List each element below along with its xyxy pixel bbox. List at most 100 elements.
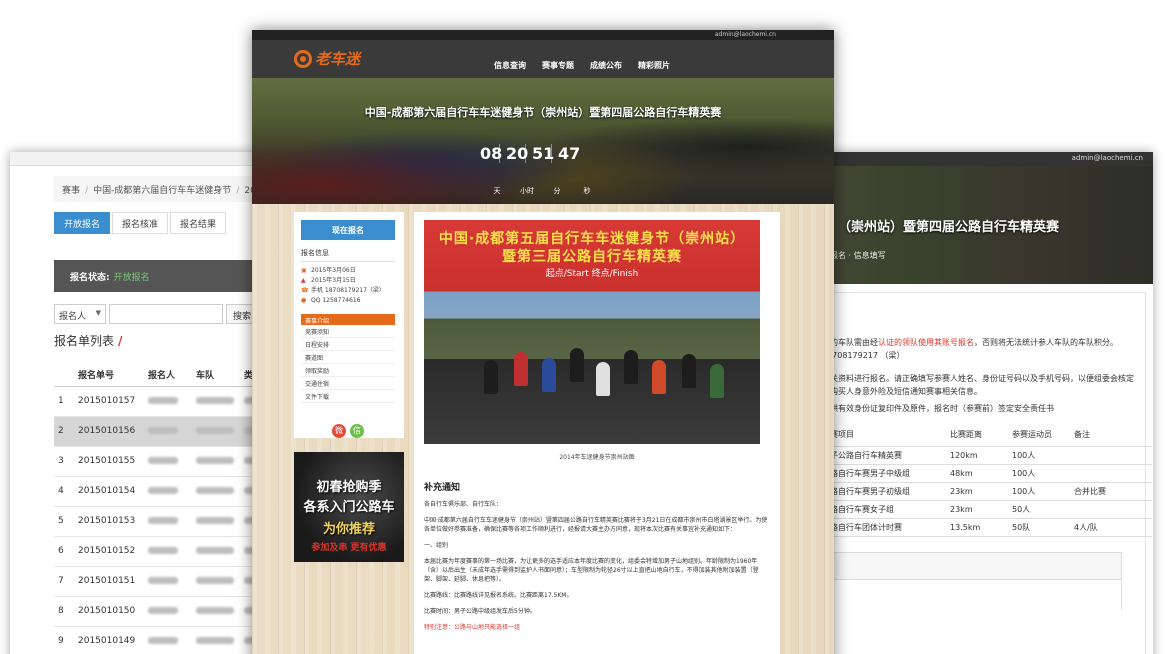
subnav-item-route-map[interactable]: 赛道图 <box>301 351 395 364</box>
subnav-item-awards[interactable]: 领取奖励 <box>301 364 395 377</box>
table-row[interactable]: 3 2015010155 <box>54 446 260 477</box>
notice-line: 一购买人身意外险及短信通知赛事相关信息。 <box>822 387 982 396</box>
countdown-seconds: 47 <box>558 144 581 163</box>
event-site-window: admin@laochemi.cn 老车迷 信息查询 赛事专题 成绩公布 精彩照片 中… <box>252 30 834 654</box>
table-row[interactable]: 7 2015010151 <box>54 566 260 597</box>
nav-item-results[interactable]: 成绩公布 <box>590 61 622 70</box>
table-row[interactable]: 5 2015010153 <box>54 506 260 537</box>
register-now-button[interactable]: 现在报名 <box>301 220 395 240</box>
blurred-name <box>148 427 178 434</box>
registration-table: 报名单号 报名人 车队 类型 12015010157 22015010156 3… <box>54 364 260 654</box>
status-value: 开放报名 <box>113 273 150 283</box>
row-id: 2015010153 <box>74 506 144 537</box>
table-row[interactable]: 8 2015010150 <box>54 596 260 627</box>
promo-ad[interactable]: 初春抢购季 各系入门公路车 为你推荐 参加及串 更有优惠 <box>294 452 404 562</box>
registration-info: ▣ 2015年3月06日 ▲ 2015年3月15日 ☎ 手机 18708179217（… <box>301 266 397 306</box>
weibo-icon[interactable]: 微 <box>332 424 346 438</box>
registration-form-window: admin@laochemi.cn （崇州站）暨第四届公路自行车精英赛 报名 ·… <box>808 152 1153 654</box>
subnav-item-rules[interactable]: 竞赛须知 <box>301 325 395 338</box>
hero-title: （崇州站）暨第四届公路自行车精英赛 <box>838 220 1060 235</box>
cyclist-shape <box>484 360 498 394</box>
cyclist-shape <box>624 350 638 384</box>
table-header-row: 报名单号 报名人 车队 类型 <box>54 364 260 387</box>
blurred-team <box>196 427 234 434</box>
row-index: 9 <box>54 626 74 654</box>
cyclist-shape <box>570 348 584 382</box>
col-event: 比赛项目 <box>822 424 950 447</box>
blurred-name <box>148 487 178 494</box>
subnav-item-schedule[interactable]: 日程安排 <box>301 338 395 351</box>
nav-item-event-topics[interactable]: 赛事专题 <box>542 61 574 70</box>
countdown-hours: 20 <box>506 144 529 163</box>
ad-line: 为你推荐 <box>322 522 375 537</box>
admin-email[interactable]: admin@laochemi.cn <box>1072 154 1143 162</box>
photo-caption: 2014年车迷健身节崇州站图 <box>559 454 635 461</box>
table-row: 公路自行车赛男子初级组 23km 100人 合并比赛 <box>822 482 1152 501</box>
title-slash-mark: / <box>118 334 123 348</box>
notice-line: 18708179217 （梁） <box>822 351 905 360</box>
wechat-icon[interactable]: 信 <box>350 424 364 438</box>
calendar-icon: ▣ <box>301 267 307 274</box>
nav-item-info-query[interactable]: 信息查询 <box>494 61 526 70</box>
important-note: 特别注意：公路与山地只能选择一组 <box>424 624 521 631</box>
table-row: 公路自行车赛男子中级组 48km 100人 <box>822 464 1152 483</box>
blurred-team <box>196 577 234 584</box>
ad-line: 参加及串 更有优惠 <box>311 543 387 553</box>
search-field-select[interactable]: 报名人 ▼ <box>54 304 106 324</box>
photo-banner-line: 中国·成都第五届自行车车迷健身节（崇州站） <box>438 231 746 247</box>
col-distance: 比赛距离 <box>950 424 1012 447</box>
table-row: 公路自行车团体计时赛 13.5km 50队 4人/队 <box>822 518 1152 537</box>
admin-email[interactable]: admin@laochemi.cn <box>715 31 776 38</box>
phone-icon: ☎ <box>301 287 309 294</box>
notice-line: 事的车队需由经认证的领队使用其账号报名，否则将无法统计参人车队的车队积分。 <box>822 338 1118 347</box>
select-value: 报名人 <box>59 312 87 322</box>
breadcrumb: 赛事/中国-成都第六届自行车车迷健身节/2015年 <box>54 176 260 202</box>
subnav-head[interactable]: 赛事介绍 <box>301 314 395 325</box>
paragraph: 各自行车俱乐部、自行车队： <box>424 501 503 508</box>
blurred-name <box>148 397 178 404</box>
info-line: ▣ 2015年3月06日 <box>301 267 356 274</box>
form-box <box>822 552 1122 611</box>
row-index: 1 <box>54 386 74 417</box>
countdown-timer: 08 20 51 47 <box>480 144 584 163</box>
search-input[interactable] <box>109 304 223 324</box>
col-team: 车队 <box>192 364 240 387</box>
row-id: 2015010156 <box>74 416 144 447</box>
row-index: 7 <box>54 566 74 597</box>
registration-list-window: 赛事/中国-成都第六届自行车车迷健身节/2015年 开放报名报名核准报名结果 报… <box>10 152 260 654</box>
window-topbar: admin@laochemi.cn <box>808 152 1153 166</box>
sidebar-heading: 报名信息 <box>301 248 395 262</box>
subnav-item-travel[interactable]: 交通住宿 <box>301 377 395 390</box>
form-box-input[interactable] <box>823 579 1121 611</box>
cyclist-shape <box>710 364 724 398</box>
row-index: 8 <box>54 596 74 627</box>
table-row[interactable]: 1 2015010157 <box>54 386 260 417</box>
col-id: 报名单号 <box>74 364 144 387</box>
cyclist-shape <box>682 354 696 388</box>
paragraph: 中国·成都第六届自行车车迷健身节（崇州站）暨第四届公路自行车精英赛比赛将于3月2… <box>424 517 768 533</box>
nav-item-photos[interactable]: 精彩照片 <box>638 61 670 70</box>
tab-approval[interactable]: 报名核准 <box>112 212 169 234</box>
table-row[interactable]: 2 2015010156 <box>54 416 260 447</box>
table-row[interactable]: 4 2015010154 <box>54 476 260 507</box>
blurred-team <box>196 487 234 494</box>
social-links: 微信 <box>332 418 368 438</box>
row-id: 2015010157 <box>74 386 144 417</box>
row-id: 2015010149 <box>74 626 144 654</box>
breadcrumb-item[interactable]: 赛事 <box>62 186 80 196</box>
table-row[interactable]: 9 2015010149 <box>54 626 260 654</box>
blurred-name <box>148 637 178 644</box>
blurred-name <box>148 577 178 584</box>
ad-line: 各系入门公路车 <box>303 500 395 515</box>
site-logo[interactable]: 老车迷 <box>294 48 360 70</box>
tab-open-registration[interactable]: 开放报名 <box>54 212 111 234</box>
row-index: 6 <box>54 536 74 567</box>
paragraph: 本届比赛为年度赛事的第一场比赛，为让更多的选手适应本年度比赛的变化，组委会特增加… <box>424 558 759 583</box>
subnav-item-downloads[interactable]: 文件下载 <box>301 390 395 403</box>
breadcrumb-item[interactable]: 中国-成都第六届自行车车迷健身节 <box>93 186 231 196</box>
status-bar: 报名状态: 开放报名 <box>54 260 260 292</box>
row-id: 2015010155 <box>74 446 144 477</box>
hero-banner: （崇州站）暨第四届公路自行车精英赛 报名 · 信息填写 <box>808 166 1153 284</box>
tab-results[interactable]: 报名结果 <box>170 212 227 234</box>
table-row[interactable]: 6 2015010152 <box>54 536 260 567</box>
